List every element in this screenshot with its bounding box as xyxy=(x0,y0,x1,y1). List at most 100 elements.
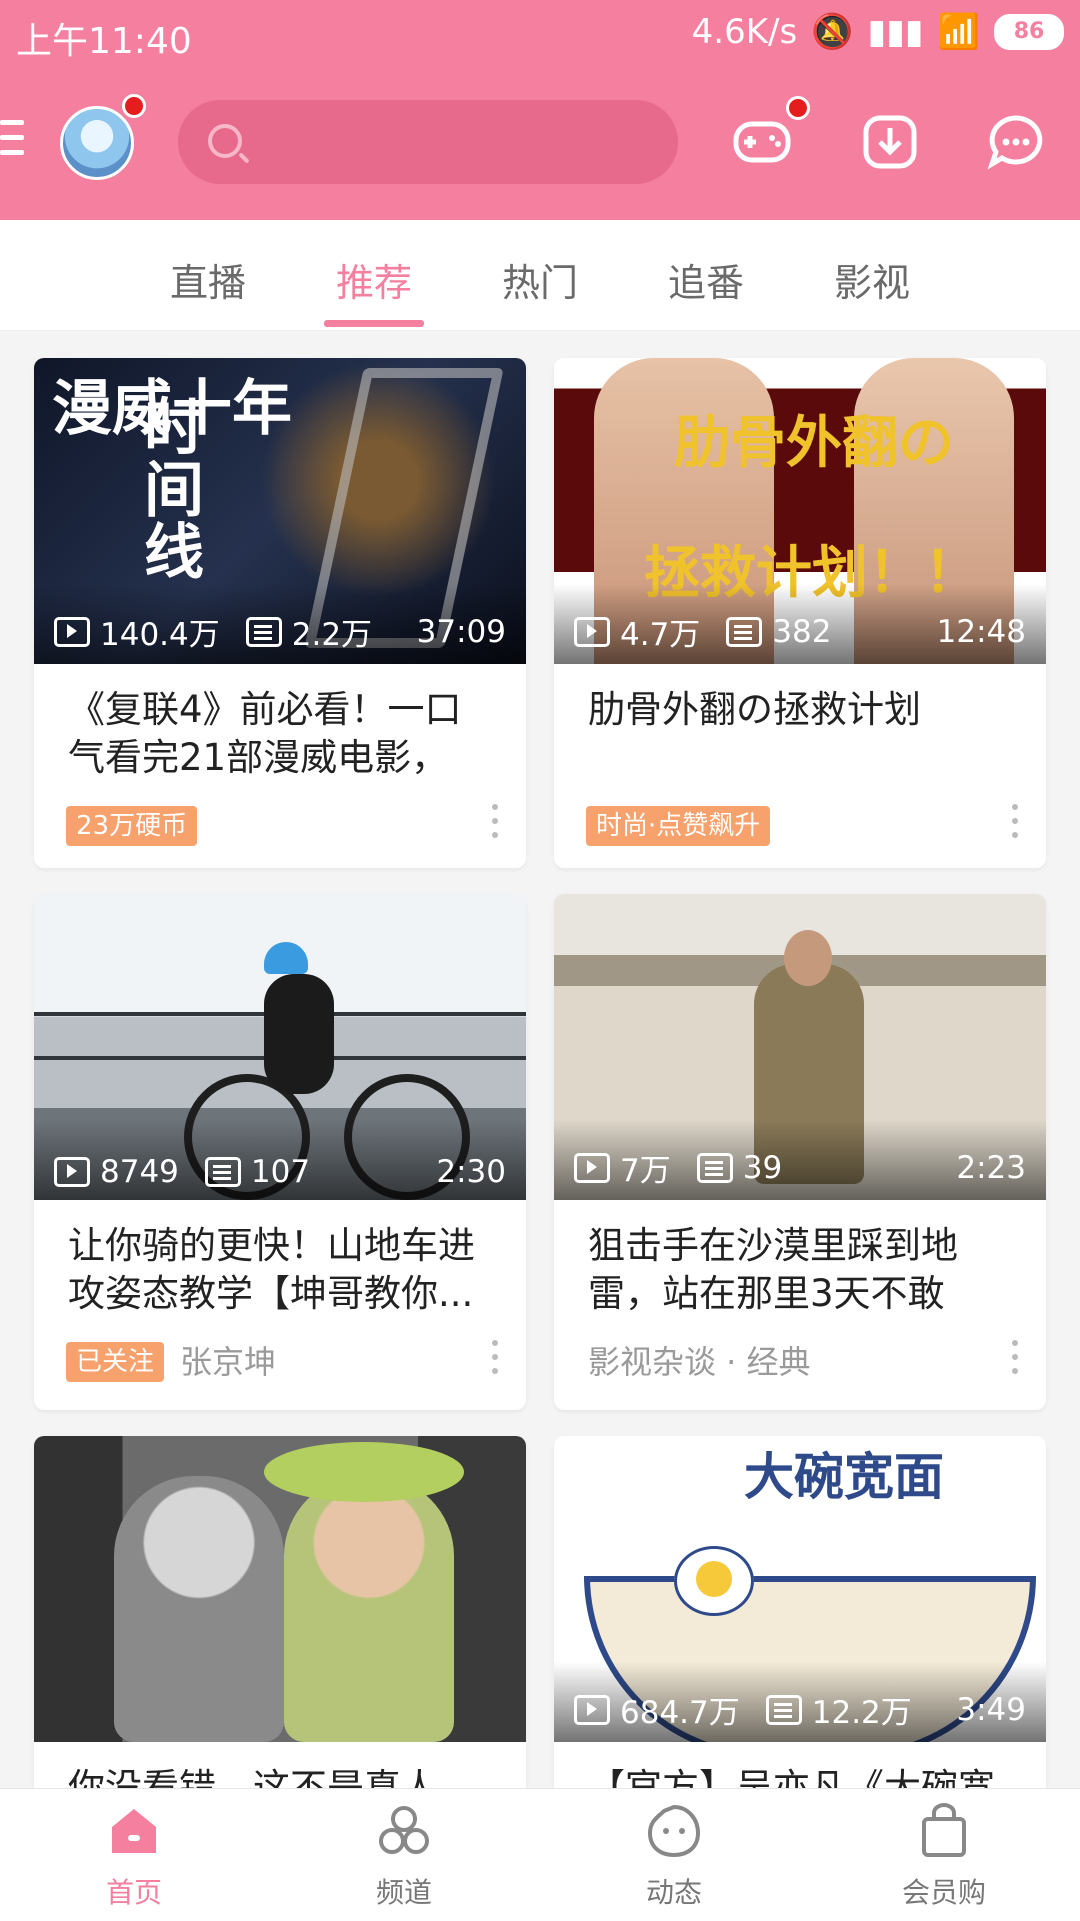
author-name[interactable]: 张京坤 xyxy=(180,1342,276,1382)
video-title[interactable]: 让你骑的更快！山地车进攻姿态教学【坤哥教你... xyxy=(34,1200,526,1318)
view-count: 684.7万 xyxy=(620,1695,740,1731)
view-count: 140.4万 xyxy=(100,617,220,653)
nav-label: 会员购 xyxy=(901,1876,986,1909)
followed-badge: 已关注 xyxy=(66,1342,165,1382)
play-count-icon xyxy=(54,616,90,647)
battery-icon: 86 xyxy=(994,14,1064,50)
video-thumbnail[interactable]: 肋骨外翻の 拯救计划！！ 4.7万 382 12:48 xyxy=(554,358,1046,664)
shopping-bag-icon xyxy=(922,1803,966,1857)
tab-anime[interactable]: 追番 xyxy=(668,252,744,307)
video-thumbnail[interactable]: 8749 107 2:30 xyxy=(34,894,526,1200)
tab-film[interactable]: 影视 xyxy=(834,252,910,307)
danmaku-count: 39 xyxy=(742,1149,783,1186)
duration: 2:23 xyxy=(956,1149,1026,1186)
danmaku-icon xyxy=(204,1157,241,1187)
search-input[interactable] xyxy=(178,100,678,184)
nav-label: 频道 xyxy=(375,1876,432,1909)
download-icon[interactable] xyxy=(858,110,922,174)
top-header: 上午11:40 4.6K/s 🔕 ▮▮▮ 📶 86 xyxy=(0,0,1080,220)
danmaku-icon xyxy=(245,616,282,647)
thumbnail-text: 大碗宽面 xyxy=(744,1448,944,1506)
video-card[interactable]: 漫威十年 时间线 140.4万 2.2万 37:09 《复联4》前必看！一口气看… xyxy=(34,358,526,868)
danmaku-count: 12.2万 xyxy=(811,1695,912,1731)
danmaku-icon xyxy=(765,1694,802,1725)
card-meta: 23万硬币 xyxy=(34,782,526,868)
menu-icon[interactable] xyxy=(0,120,24,160)
view-count: 8749 xyxy=(100,1154,179,1190)
card-meta: 已关注 张京坤 xyxy=(34,1318,526,1406)
wifi-icon: 📶 xyxy=(937,12,980,52)
status-bar-right: 4.6K/s 🔕 ▮▮▮ 📶 86 xyxy=(692,12,1064,52)
status-time: 上午11:40 xyxy=(16,21,192,62)
soldier-head xyxy=(784,930,832,986)
game-icon[interactable] xyxy=(730,110,794,174)
nav-label: 首页 xyxy=(105,1876,162,1909)
video-stats: 7万 39 2:23 xyxy=(574,1145,1026,1190)
signal-icon: ▮▮▮ xyxy=(867,12,924,52)
tab-hot[interactable]: 热门 xyxy=(502,252,578,307)
tab-recommend[interactable]: 推荐 xyxy=(336,252,412,307)
active-tab-indicator xyxy=(324,320,424,327)
danmaku-icon xyxy=(726,616,763,647)
trending-badge: 时尚·点赞飙升 xyxy=(586,806,771,846)
duration: 2:30 xyxy=(436,1154,506,1190)
bottom-navigation: 首页 频道 动态 会员购 xyxy=(0,1788,1080,1921)
mute-icon: 🔕 xyxy=(811,12,854,52)
nav-label: 动态 xyxy=(645,1876,702,1909)
nav-dynamic[interactable]: 动态 xyxy=(614,1801,734,1911)
nav-channel[interactable]: 频道 xyxy=(344,1801,464,1911)
message-icon[interactable] xyxy=(984,110,1048,174)
nav-shop[interactable]: 会员购 xyxy=(884,1801,1004,1911)
more-options-icon[interactable] xyxy=(492,1340,498,1380)
view-count: 7万 xyxy=(620,1153,671,1189)
video-thumbnail[interactable] xyxy=(34,1436,526,1742)
video-card[interactable]: 8749 107 2:30 让你骑的更快！山地车进攻姿态教学【坤哥教你... 已… xyxy=(34,894,526,1410)
play-count-icon xyxy=(574,1152,610,1183)
hat xyxy=(264,1442,464,1502)
rider xyxy=(264,974,334,1094)
video-stats: 8749 107 2:30 xyxy=(54,1154,506,1190)
video-title[interactable]: 《复联4》前必看！一口气看完21部漫威电影，完... xyxy=(34,664,526,782)
video-stats: 684.7万 12.2万 3:49 xyxy=(574,1687,1026,1732)
egg-yolk xyxy=(696,1561,732,1597)
video-stats: 140.4万 2.2万 37:09 xyxy=(54,609,506,654)
avatar[interactable] xyxy=(60,106,134,180)
dynamic-icon xyxy=(647,1804,701,1858)
video-title[interactable]: 狙击手在沙漠里踩到地雷，站在那里3天不敢动... xyxy=(554,1200,1046,1318)
model-render xyxy=(284,1476,454,1742)
duration: 3:49 xyxy=(956,1691,1026,1728)
video-card[interactable]: 7万 39 2:23 狙击手在沙漠里踩到地雷，站在那里3天不敢动... 影视杂谈… xyxy=(554,894,1046,1410)
play-count-icon xyxy=(574,1694,610,1725)
video-thumbnail[interactable]: 漫威十年 时间线 140.4万 2.2万 37:09 xyxy=(34,358,526,664)
search-icon xyxy=(208,124,242,158)
danmaku-count: 107 xyxy=(250,1154,311,1190)
view-count: 4.7万 xyxy=(620,617,701,653)
thumbnail-text: 时间线 xyxy=(144,394,204,588)
more-options-icon[interactable] xyxy=(492,804,498,844)
home-icon xyxy=(112,1809,156,1853)
video-card[interactable]: 肋骨外翻の 拯救计划！！ 4.7万 382 12:48 肋骨外翻の拯救计划 时尚… xyxy=(554,358,1046,868)
card-meta: 时尚·点赞飙升 xyxy=(554,782,1046,868)
danmaku-count: 382 xyxy=(772,613,832,650)
category-meta[interactable]: 影视杂谈 · 经典 xyxy=(588,1342,811,1382)
video-stats: 4.7万 382 12:48 xyxy=(574,609,1026,654)
tab-live[interactable]: 直播 xyxy=(170,252,246,307)
notification-dot xyxy=(122,94,146,118)
video-thumbnail[interactable]: 大碗宽面 684.7万 12.2万 3:49 xyxy=(554,1436,1046,1742)
duration: 12:48 xyxy=(936,613,1026,650)
danmaku-count: 2.2万 xyxy=(291,617,373,653)
play-count-icon xyxy=(54,1157,90,1187)
card-meta: 影视杂谈 · 经典 xyxy=(554,1318,1046,1406)
more-options-icon[interactable] xyxy=(1012,1340,1018,1380)
danmaku-icon xyxy=(696,1152,733,1183)
coin-badge: 23万硬币 xyxy=(66,806,198,846)
video-thumbnail[interactable]: 7万 39 2:23 xyxy=(554,894,1046,1200)
model-render xyxy=(114,1476,284,1742)
game-notification-dot xyxy=(786,96,810,120)
nav-home[interactable]: 首页 xyxy=(74,1801,194,1911)
channel-icon xyxy=(379,1806,429,1854)
more-options-icon[interactable] xyxy=(1012,804,1018,844)
video-title[interactable]: 肋骨外翻の拯救计划 xyxy=(554,664,1046,782)
network-speed: 4.6K/s xyxy=(691,12,798,52)
thumbnail-text: 肋骨外翻の xyxy=(674,411,954,476)
